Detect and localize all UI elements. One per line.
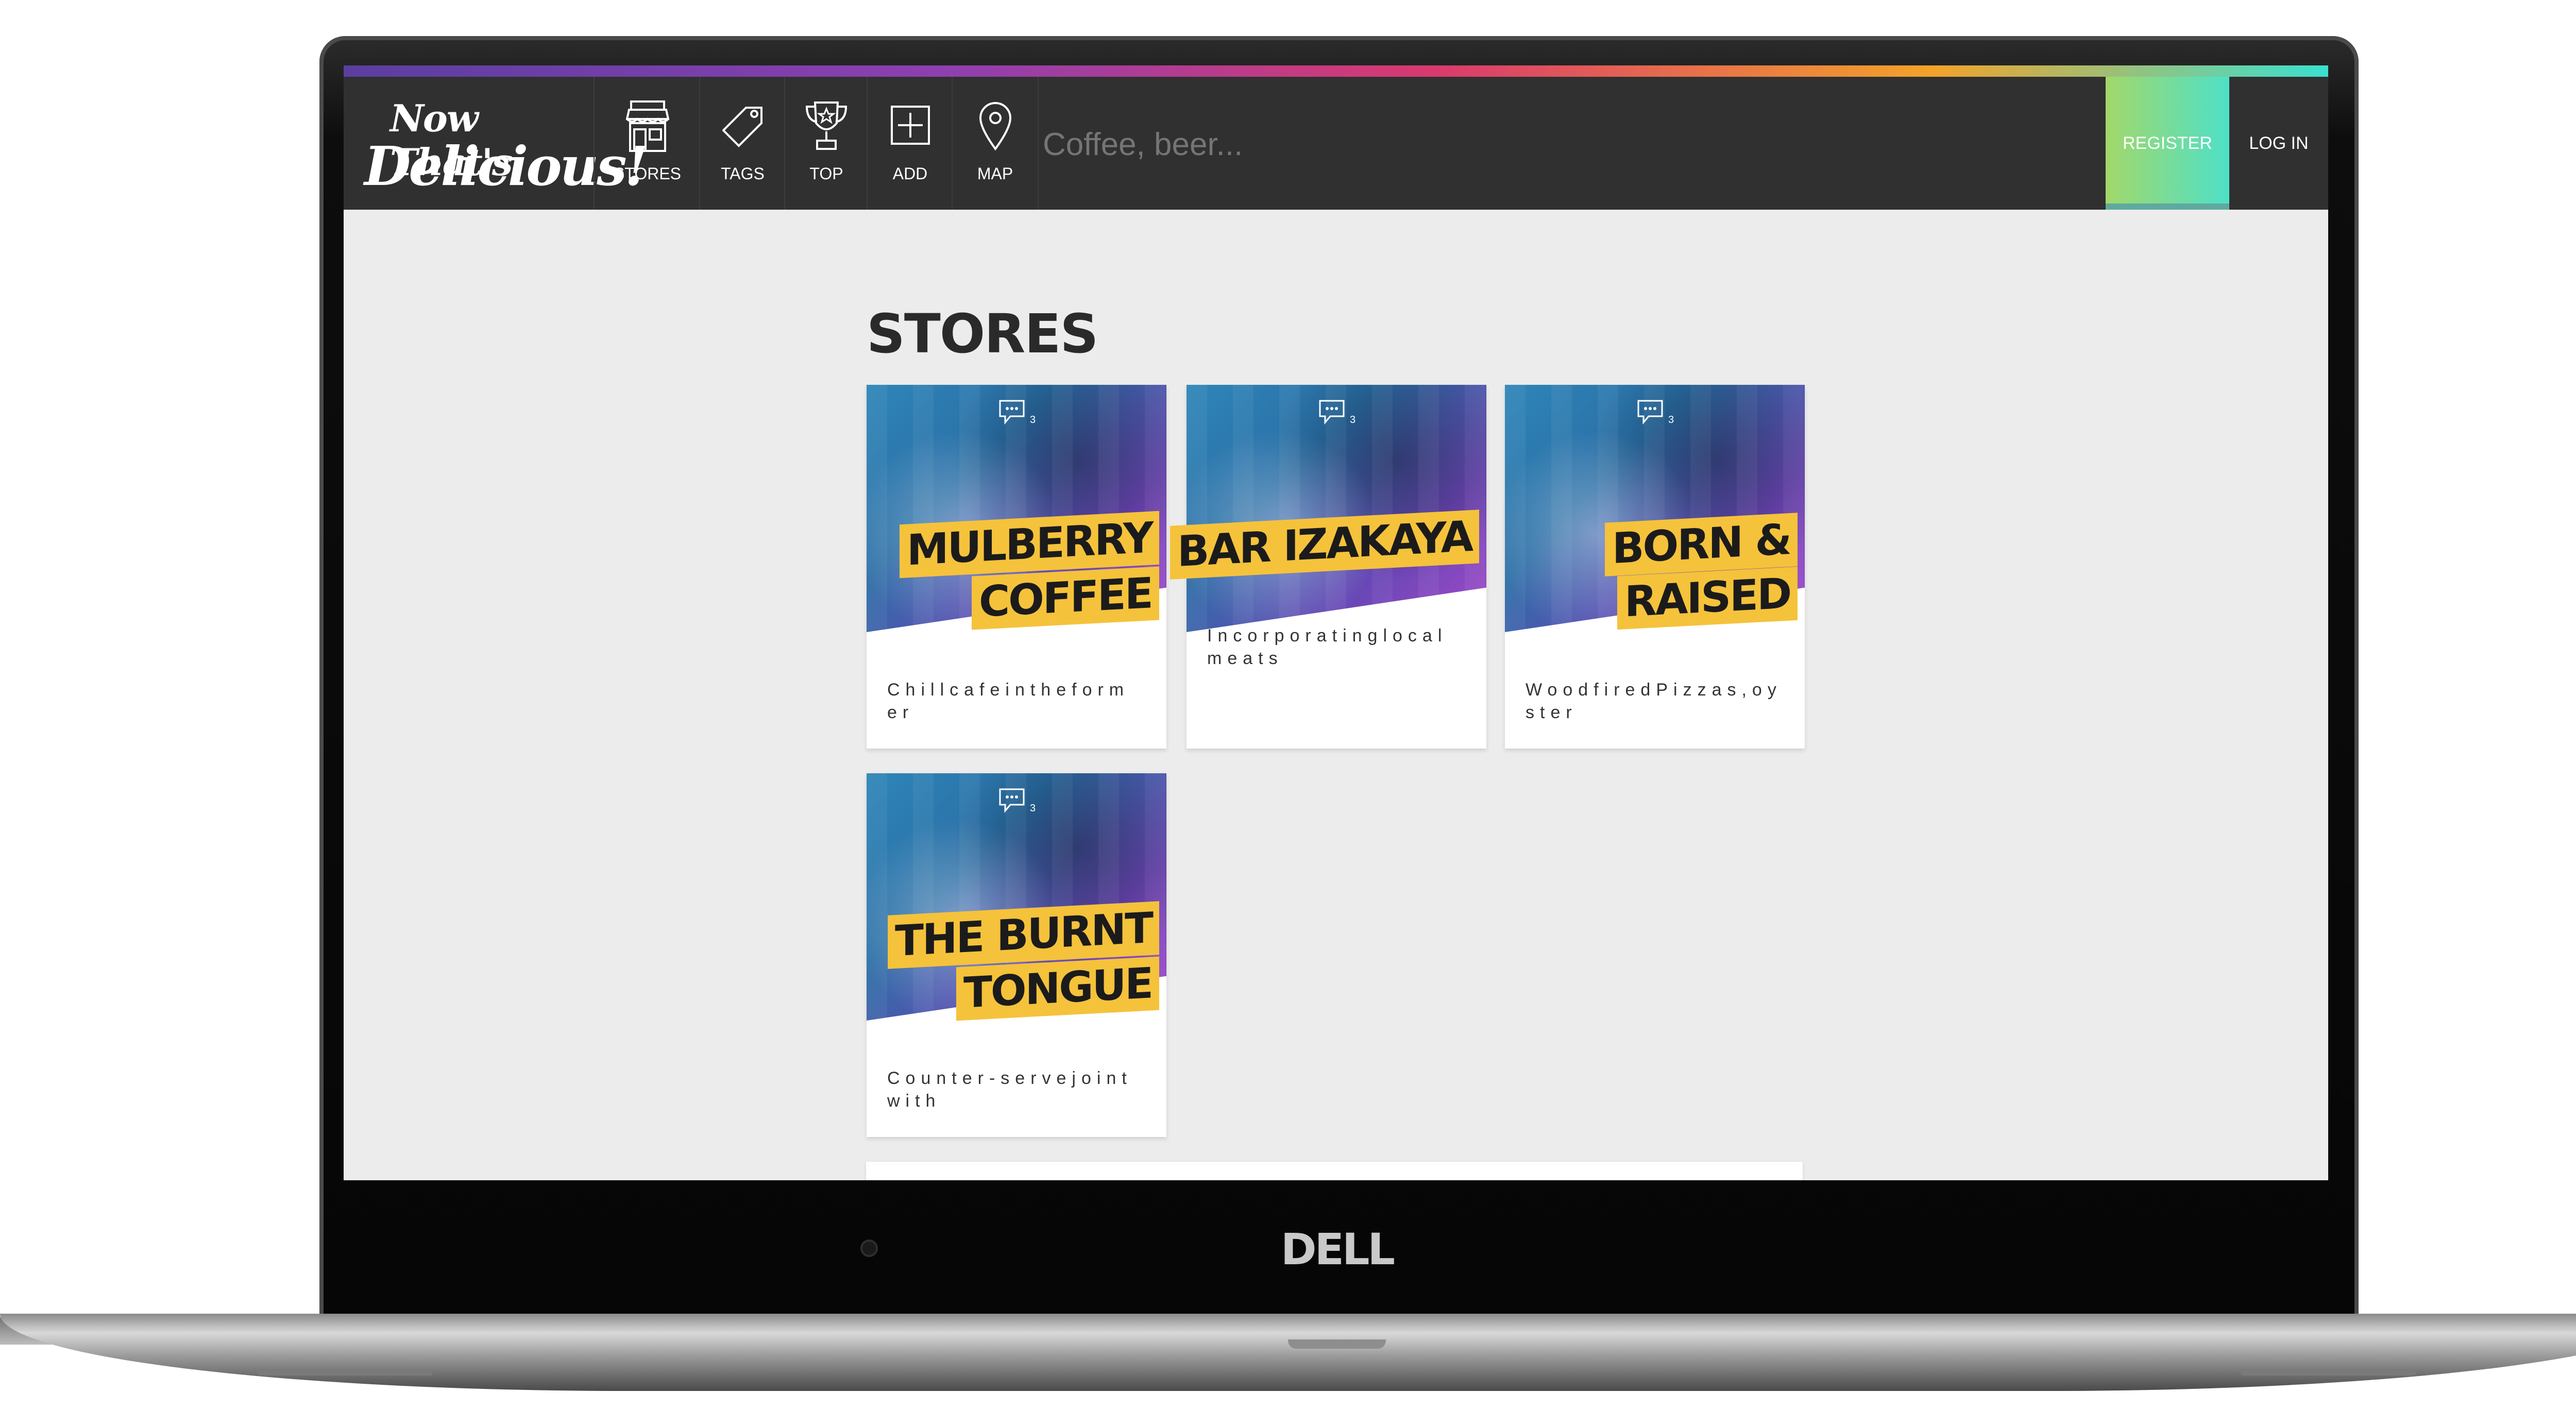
login-button[interactable]: LOG IN	[2229, 77, 2328, 210]
laptop-base	[0, 1314, 2576, 1391]
store-title[interactable]: THE BURNT TONGUE	[888, 901, 1159, 1021]
webcam-icon	[860, 1240, 878, 1257]
comment-count: 3	[1668, 414, 1674, 426]
store-title-line1: BORN &	[1604, 513, 1798, 576]
rainbow-stripe	[344, 65, 2328, 77]
comment-icon[interactable]: 3	[1636, 398, 1674, 429]
comment-count: 3	[1030, 803, 1036, 814]
store-description: Counter-servejointwith	[887, 1068, 1132, 1111]
comment-count: 3	[1030, 414, 1036, 426]
store-description: WoodfiredPizzas,oyster	[1526, 680, 1782, 722]
store-description: Incorporatinglocalmeats	[1207, 626, 1448, 668]
store-card[interactable]: 3 BORN & RAISED WoodfiredPizzas,oyster	[1505, 385, 1805, 749]
comment-count: 3	[1350, 414, 1356, 426]
store-icon	[625, 100, 669, 152]
store-card[interactable]: 3 MULBERRY COFFEE Chillcafeintheformer	[867, 385, 1166, 749]
nav-item-stores[interactable]: STORES	[594, 77, 700, 210]
comment-icon[interactable]: 3	[1318, 398, 1355, 429]
nav-item-tags[interactable]: TAGS	[699, 77, 785, 210]
partial-card-below	[866, 1162, 1803, 1180]
store-description: Chillcafeintheformer	[887, 680, 1130, 722]
nav-item-label: MAP	[977, 164, 1013, 183]
trophy-icon	[805, 101, 848, 150]
comment-icon[interactable]: 3	[998, 398, 1036, 429]
nav-item-add[interactable]: ADD	[867, 77, 953, 210]
store-title-line1: BAR IZAKAYA	[1170, 510, 1479, 580]
nav-item-map[interactable]: MAP	[952, 77, 1039, 210]
store-title-line2: TONGUE	[956, 956, 1159, 1021]
store-card[interactable]: 3 THE BURNT TONGUE Counter-servejointwit…	[867, 773, 1166, 1137]
store-title-line2: COFFEE	[972, 566, 1159, 630]
store-title[interactable]: BAR IZAKAYA	[1170, 510, 1479, 580]
nav-item-label: ADD	[892, 164, 928, 183]
browser-viewport: Now That's Delicious! STORES TAGS TOP AD…	[344, 65, 2328, 1180]
add-icon	[890, 106, 930, 145]
map-pin-icon	[979, 102, 1011, 151]
nav-item-top[interactable]: TOP	[784, 77, 868, 210]
store-card[interactable]: 3 BAR IZAKAYA Incorporatinglocalmeats	[1170, 385, 1486, 749]
tag-icon	[722, 107, 762, 147]
laptop-notch	[1288, 1339, 1386, 1349]
nav-item-label: STORES	[614, 164, 681, 183]
store-title-line2: RAISED	[1617, 566, 1798, 630]
nav-item-label: TOP	[809, 164, 843, 183]
top-nav: Now That's Delicious! STORES TAGS TOP AD…	[344, 77, 2328, 210]
comment-icon[interactable]: 3	[998, 786, 1036, 817]
store-title[interactable]: BORN & RAISED	[1604, 513, 1798, 630]
laptop-foot-right	[2241, 1370, 2416, 1376]
laptop-foot-left	[258, 1370, 433, 1376]
device-brand-logo: DELL	[1280, 1224, 1395, 1275]
register-button[interactable]: REGISTER	[2106, 77, 2229, 210]
search-input[interactable]	[1042, 105, 1920, 183]
nav-item-label: TAGS	[721, 164, 765, 183]
site-logo[interactable]: Now That's Delicious!	[354, 77, 648, 210]
page-title: STORES	[867, 302, 1098, 365]
store-title[interactable]: MULBERRY COFFEE	[899, 511, 1159, 630]
